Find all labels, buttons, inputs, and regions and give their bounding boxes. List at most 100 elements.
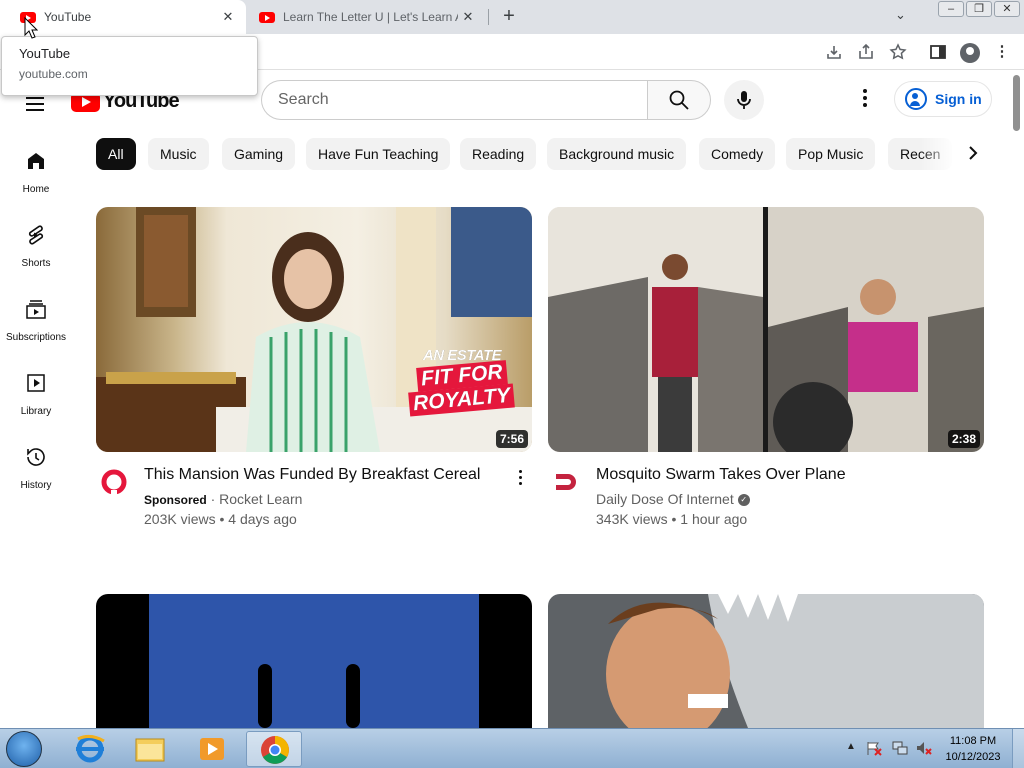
video-card[interactable]: 2:38 Mosquito Swarm Takes Over Plane Dai… [548, 207, 984, 532]
search-input[interactable]: Search [261, 80, 648, 120]
tab-learn-letter-u[interactable]: Learn The Letter U | Let's Learn A ✕ [250, 0, 486, 34]
library-icon [27, 374, 45, 392]
sidebar-item-label: Library [20, 406, 52, 417]
thumbnail-art [149, 594, 479, 728]
microphone-icon [737, 91, 751, 109]
sidebar-item-shorts[interactable]: Shorts [0, 201, 72, 275]
new-tab-button[interactable]: + [498, 4, 520, 28]
sign-in-button[interactable]: Sign in [894, 81, 992, 117]
page-scrollbar[interactable] [1010, 71, 1024, 728]
shorts-icon [28, 225, 44, 245]
sign-in-label: Sign in [935, 91, 982, 107]
tab-close-icon[interactable]: ✕ [458, 9, 478, 25]
install-icon[interactable] [825, 43, 843, 61]
maximize-button[interactable]: ❐ [966, 1, 992, 17]
chip-pop-music[interactable]: Pop Music [786, 138, 876, 170]
channel-name[interactable]: Daily Dose Of Internet [596, 491, 734, 507]
tab-close-icon[interactable]: ✕ [218, 9, 238, 25]
mouse-cursor-icon [24, 17, 38, 39]
thumb-text-line: AN ESTATE [422, 347, 502, 364]
chip-all[interactable]: All [96, 138, 136, 170]
search-icon [669, 90, 689, 110]
sidebar-item-label: Home [22, 184, 50, 195]
video-card[interactable] [96, 594, 532, 728]
sidebar-item-history[interactable]: History [0, 423, 72, 497]
chevron-right-icon[interactable] [967, 145, 979, 166]
windows-taskbar: ▲ 11:08 PM 10/12/2023 [0, 728, 1024, 768]
sidebar-item-library[interactable]: Library [0, 349, 72, 423]
search-button[interactable] [647, 80, 711, 120]
channel-avatar[interactable] [552, 468, 580, 496]
video-stats: 343K views • 1 hour ago [596, 511, 748, 527]
separator-dot: · [210, 491, 220, 507]
account-icon [905, 88, 927, 110]
video-stats: 203K views • 4 days ago [144, 511, 297, 527]
filter-chip-bar: All Music Gaming Have Fun Teaching Readi… [96, 138, 1010, 170]
history-icon [27, 448, 45, 466]
thumbnail-overlay-text: AN ESTATE FIT FOR ROYALTY [392, 347, 532, 417]
chip-background-music[interactable]: Background music [547, 138, 687, 170]
chip-music[interactable]: Music [148, 138, 209, 170]
close-window-button[interactable]: ✕ [994, 1, 1020, 17]
home-icon [28, 153, 44, 169]
voice-search-button[interactable] [724, 80, 764, 120]
thumbnail-art [606, 594, 984, 728]
show-desktop-button[interactable] [1012, 729, 1024, 768]
chip-gaming[interactable]: Gaming [222, 138, 296, 170]
scrollbar-thumb[interactable] [1013, 75, 1020, 131]
sponsored-label: Sponsored [144, 493, 207, 507]
youtube-favicon-icon [259, 11, 275, 23]
video-channel-line: Daily Dose Of Internet ✓ [596, 491, 750, 507]
tab-title: YouTube [44, 10, 92, 24]
verified-check-icon: ✓ [737, 494, 750, 507]
video-thumbnail[interactable] [96, 594, 532, 728]
video-card[interactable] [548, 594, 984, 728]
volume-muted-icon[interactable] [916, 740, 932, 756]
show-hidden-icons-icon[interactable]: ▲ [846, 741, 856, 752]
video-thumbnail[interactable]: 2:38 [548, 207, 984, 452]
tab-strip: YouTube ✕ Learn The Letter U | Let's Lea… [0, 0, 1024, 34]
video-title[interactable]: Mosquito Swarm Takes Over Plane [596, 466, 846, 484]
chip-reading[interactable]: Reading [460, 138, 537, 170]
video-menu-icon[interactable] [512, 470, 528, 488]
settings-menu-icon[interactable] [855, 89, 875, 109]
video-title[interactable]: This Mansion Was Funded By Breakfast Cer… [144, 466, 480, 484]
menu-icon[interactable]: ⋮ [993, 43, 1011, 61]
tab-search-chevron-icon[interactable]: ⌄ [895, 7, 906, 23]
start-button[interactable] [6, 731, 42, 767]
video-meta: Mosquito Swarm Takes Over Plane Daily Do… [548, 452, 984, 532]
action-center-icon[interactable] [866, 740, 882, 756]
file-explorer-icon[interactable] [122, 731, 178, 767]
chip-have-fun-teaching[interactable]: Have Fun Teaching [306, 138, 451, 170]
bookmark-star-icon[interactable] [889, 43, 907, 61]
network-icon[interactable] [892, 740, 908, 756]
tooltip-title: YouTube [19, 46, 71, 61]
internet-explorer-icon[interactable] [62, 731, 118, 767]
hamburger-menu-icon[interactable] [26, 97, 44, 115]
channel-avatar[interactable] [100, 468, 128, 496]
minimize-button[interactable]: – [938, 1, 964, 17]
media-player-icon[interactable] [184, 731, 240, 767]
profile-icon[interactable] [960, 43, 980, 63]
video-card[interactable]: AN ESTATE FIT FOR ROYALTY 7:56 This Mans… [96, 207, 532, 532]
sidebar-item-label: Subscriptions [5, 332, 67, 343]
share-icon[interactable] [857, 43, 875, 61]
sidebar-item-home[interactable]: Home [0, 127, 72, 201]
video-channel-line: Sponsored · Rocket Learn [144, 491, 302, 507]
channel-name[interactable]: Rocket Learn [219, 491, 302, 507]
clock-date: 10/12/2023 [945, 751, 1001, 763]
video-thumbnail[interactable]: AN ESTATE FIT FOR ROYALTY 7:56 [96, 207, 532, 452]
chip-comedy[interactable]: Comedy [699, 138, 776, 170]
chrome-icon[interactable] [246, 731, 302, 767]
system-clock[interactable]: 11:08 PM 10/12/2023 [940, 733, 1006, 765]
tab-hover-tooltip: YouTube youtube.com [1, 36, 258, 96]
video-meta: This Mansion Was Funded By Breakfast Cer… [96, 452, 532, 532]
video-duration: 2:38 [947, 430, 980, 448]
thumbnail-art [96, 207, 532, 452]
tab-divider [488, 9, 489, 25]
tab-title: Learn The Letter U | Let's Learn A [283, 10, 458, 24]
side-panel-icon[interactable] [929, 43, 947, 61]
sidebar-item-subscriptions[interactable]: Subscriptions [0, 275, 72, 349]
video-thumbnail[interactable] [548, 594, 984, 728]
window-controls: – ❐ ✕ [938, 1, 1020, 17]
